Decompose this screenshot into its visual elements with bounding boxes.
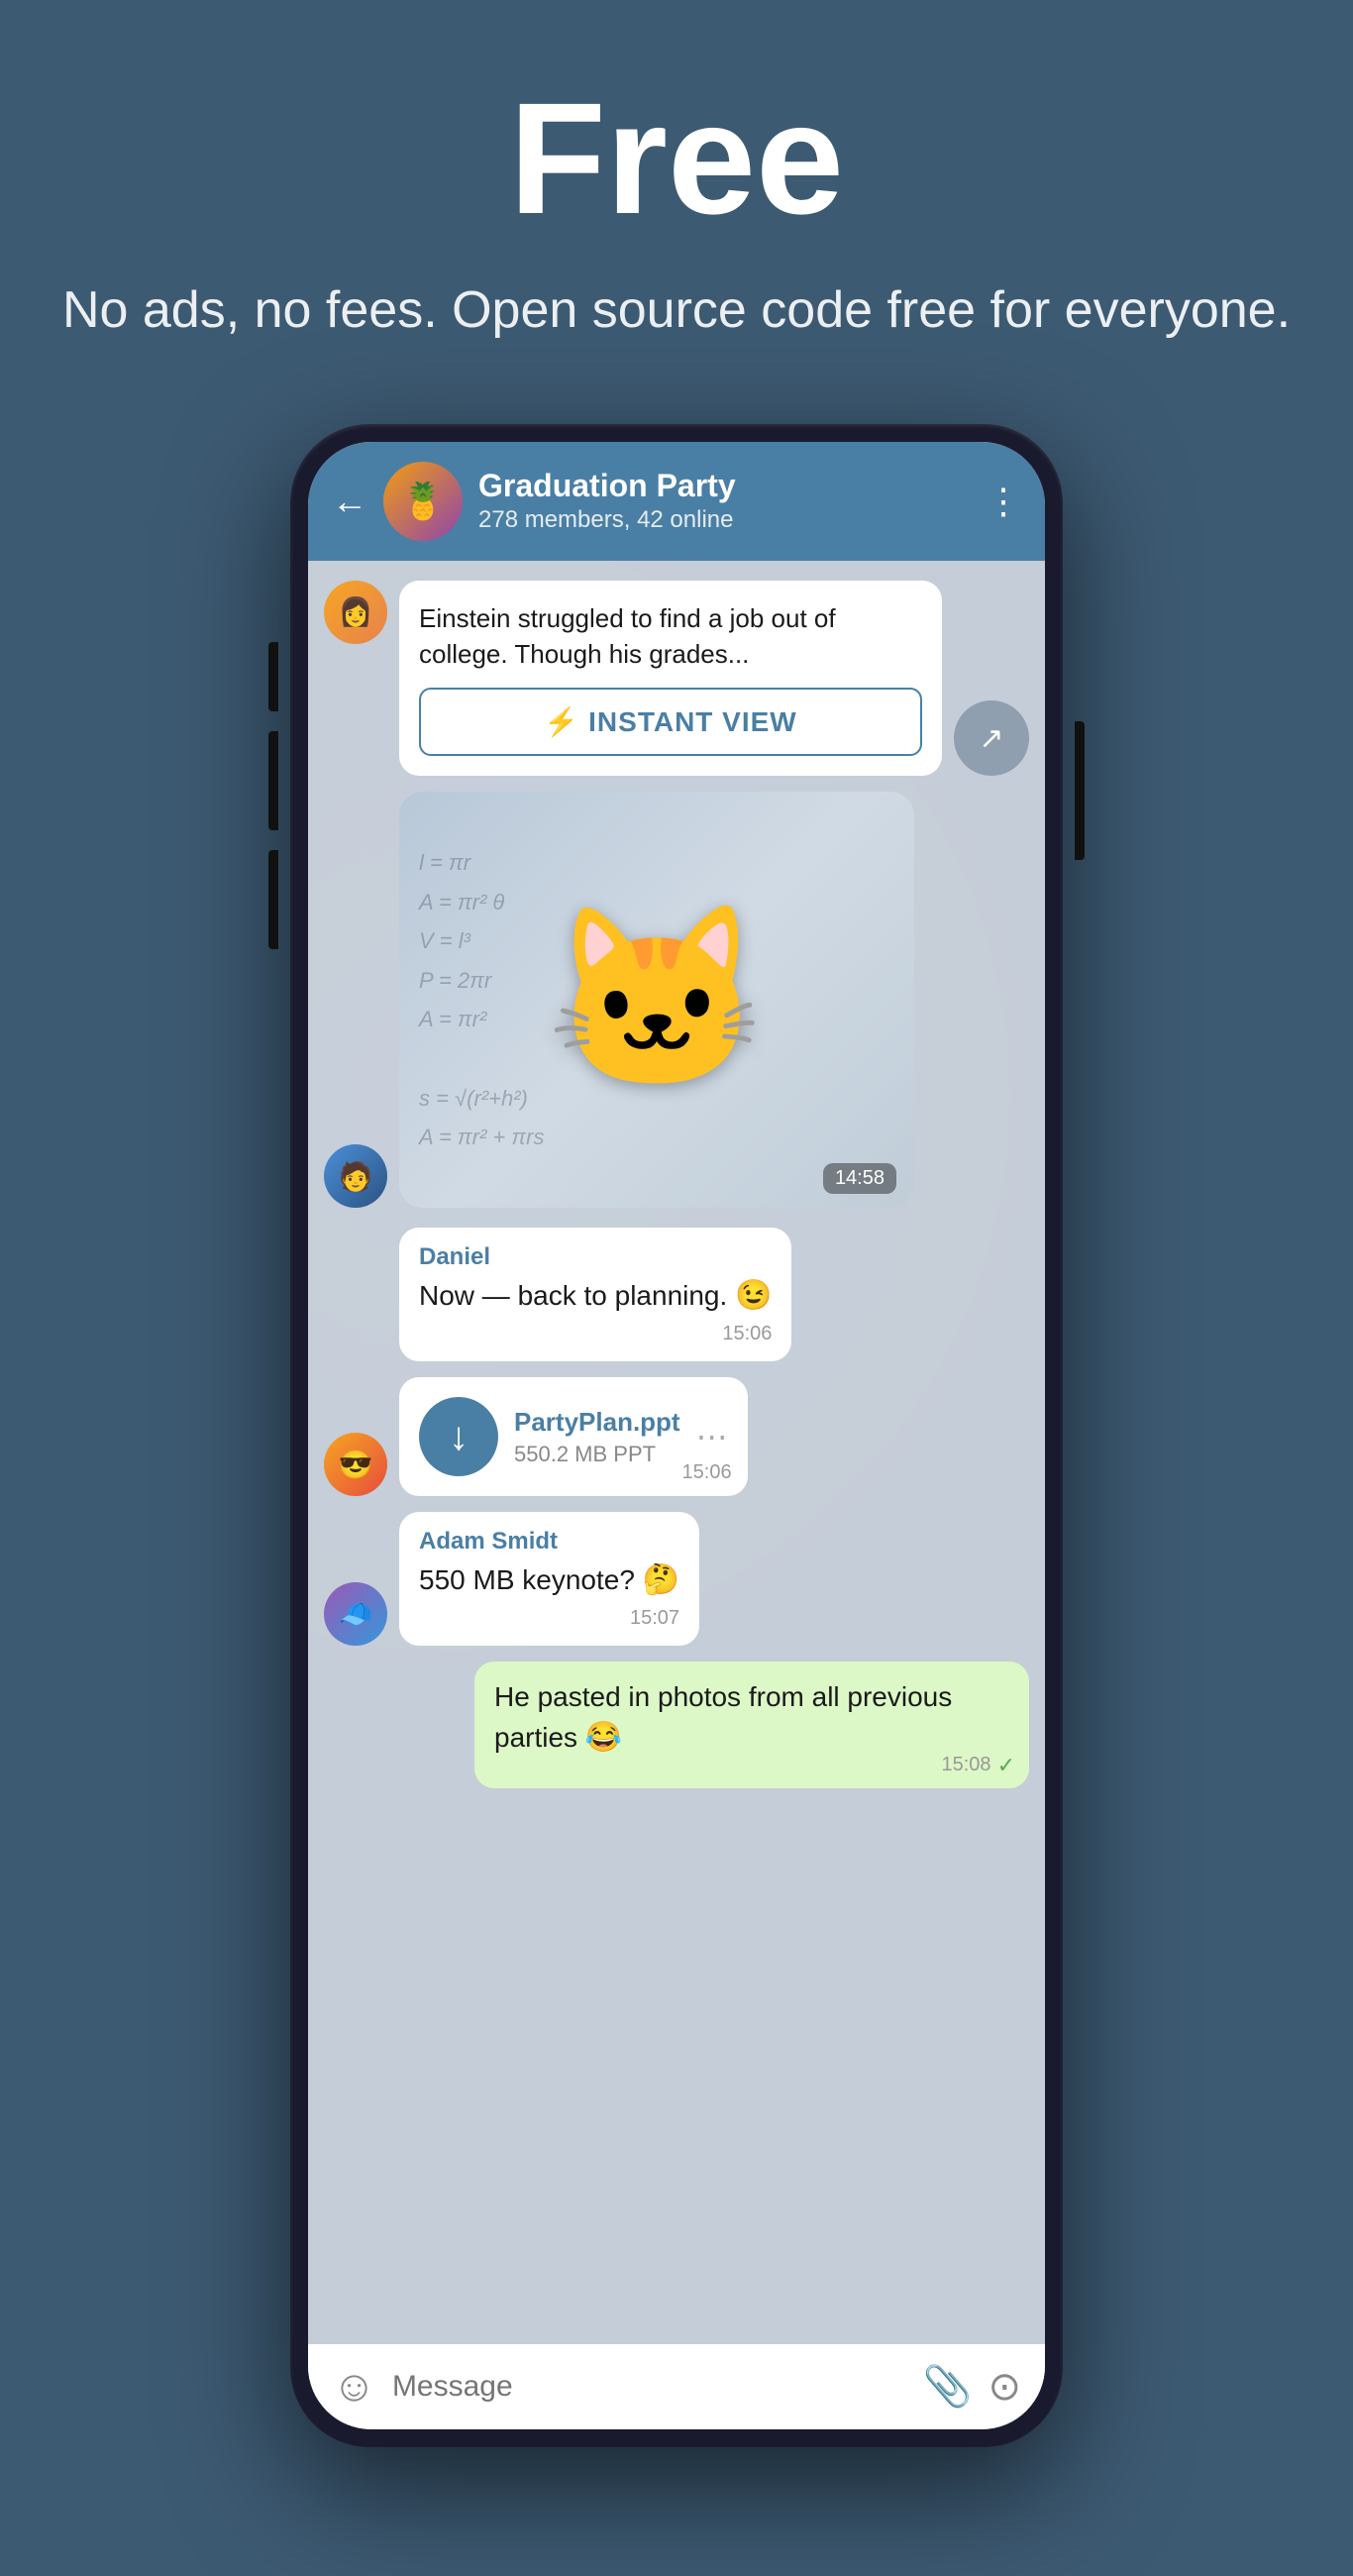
sticker-row: 🧑 l = πr A = πr² θ V = l³ P = 2πr A = πr… (324, 792, 1029, 1208)
avatar-spacer (324, 1298, 387, 1361)
page-subtitle: No ads, no fees. Open source code free f… (40, 277, 1313, 345)
chat-avatar: 🍍 (383, 462, 463, 541)
avatar: 😎 (324, 1433, 387, 1496)
avatar: 👩 (324, 581, 387, 644)
emoji-wink: 😉 (735, 1279, 772, 1312)
message-row: 😎 ↓ PartyPlan.ppt 550.2 MB PPT ⋯ 15:06 (324, 1377, 1029, 1496)
file-name: PartyPlan.ppt (514, 1407, 680, 1438)
message-text: He pasted in photos from all previous pa… (494, 1677, 1009, 1758)
share-icon: ↗ (979, 721, 1003, 756)
text-bubble: Daniel Now — back to planning. 😉 15:06 (399, 1228, 791, 1361)
sticker-time: 14:58 (823, 1163, 896, 1194)
more-options-button[interactable]: ⋮ (986, 481, 1021, 522)
download-icon: ↓ (449, 1415, 468, 1459)
chat-header: ← 🍍 Graduation Party 278 members, 42 onl… (308, 442, 1045, 561)
share-button[interactable]: ↗ (954, 700, 1029, 776)
download-button[interactable]: ↓ (419, 1397, 498, 1476)
page-header: Free No ads, no fees. Open source code f… (0, 0, 1353, 404)
message-meta: 15:08 ✓ (942, 1753, 1016, 1778)
volume-down-button (268, 731, 278, 830)
camera-button[interactable]: ⊙ (988, 2364, 1021, 2410)
power-button (1075, 721, 1085, 860)
file-info: PartyPlan.ppt 550.2 MB PPT (514, 1407, 680, 1467)
message-time: 15:08 (942, 1754, 991, 1776)
emoji-laughing: 😂 (585, 1721, 622, 1754)
avatar: 🧢 (324, 1582, 387, 1646)
emoji-button[interactable]: ☺ (332, 2362, 376, 2412)
article-bubble: Einstein struggled to find a job out of … (399, 581, 942, 777)
message-row: Daniel Now — back to planning. 😉 15:06 (324, 1228, 1029, 1361)
file-more-button[interactable]: ⋯ (696, 1418, 728, 1455)
message-sender: Adam Smidt (419, 1528, 679, 1556)
cat-sticker: 🐱 (546, 911, 768, 1089)
message-time: 15:06 (419, 1323, 772, 1345)
message-sender: Daniel (419, 1243, 772, 1271)
message-time: 15:07 (419, 1607, 679, 1630)
back-button[interactable]: ← (332, 481, 367, 522)
message-input[interactable] (392, 2370, 907, 2404)
attach-button[interactable]: 📎 (923, 2363, 973, 2410)
message-input-bar: ☺ 📎 ⊙ (308, 2344, 1045, 2429)
phone-screen: ← 🍍 Graduation Party 278 members, 42 onl… (308, 442, 1045, 2429)
chat-name: Graduation Party (478, 468, 970, 504)
page-title: Free (40, 79, 1313, 238)
emoji-thinking: 🤔 (643, 1563, 679, 1596)
chat-body: 👩 Einstein struggled to find a job out o… (308, 561, 1045, 2344)
message-row: 👩 Einstein struggled to find a job out o… (324, 581, 1029, 777)
sticker-message: l = πr A = πr² θ V = l³ P = 2πr A = πr² … (399, 792, 914, 1208)
instant-view-button[interactable]: ⚡ INSTANT VIEW (419, 688, 922, 756)
chat-avatar-emoji: 🍍 (401, 481, 446, 522)
self-text-bubble: He pasted in photos from all previous pa… (474, 1662, 1029, 1787)
file-bubble: ↓ PartyPlan.ppt 550.2 MB PPT ⋯ 15:06 (399, 1377, 748, 1496)
volume-up-button (268, 642, 278, 711)
phone-device: ← 🍍 Graduation Party 278 members, 42 onl… (290, 424, 1063, 2447)
message-text: 550 MB keynote? 🤔 (419, 1559, 679, 1601)
text-bubble: Adam Smidt 550 MB keynote? 🤔 15:07 (399, 1512, 699, 1646)
message-text: Now — back to planning. 😉 (419, 1275, 772, 1317)
file-size: 550.2 MB PPT (514, 1442, 680, 1467)
chat-members: 278 members, 42 online (478, 506, 970, 534)
message-row-self: He pasted in photos from all previous pa… (324, 1662, 1029, 1787)
article-preview-text: Einstein struggled to find a job out of … (419, 600, 922, 673)
avatar: 🧑 (324, 1144, 387, 1208)
phone-wrapper: ← 🍍 Graduation Party 278 members, 42 onl… (0, 404, 1353, 2447)
file-time: 15:06 (682, 1461, 732, 1484)
silent-button (268, 850, 278, 949)
chat-info: Graduation Party 278 members, 42 online (478, 468, 970, 534)
instant-view-label: INSTANT VIEW (588, 706, 797, 738)
message-row: 🧢 Adam Smidt 550 MB keynote? 🤔 15:07 (324, 1512, 1029, 1646)
lightning-icon: ⚡ (544, 705, 578, 738)
read-checkmark: ✓ (997, 1753, 1015, 1778)
